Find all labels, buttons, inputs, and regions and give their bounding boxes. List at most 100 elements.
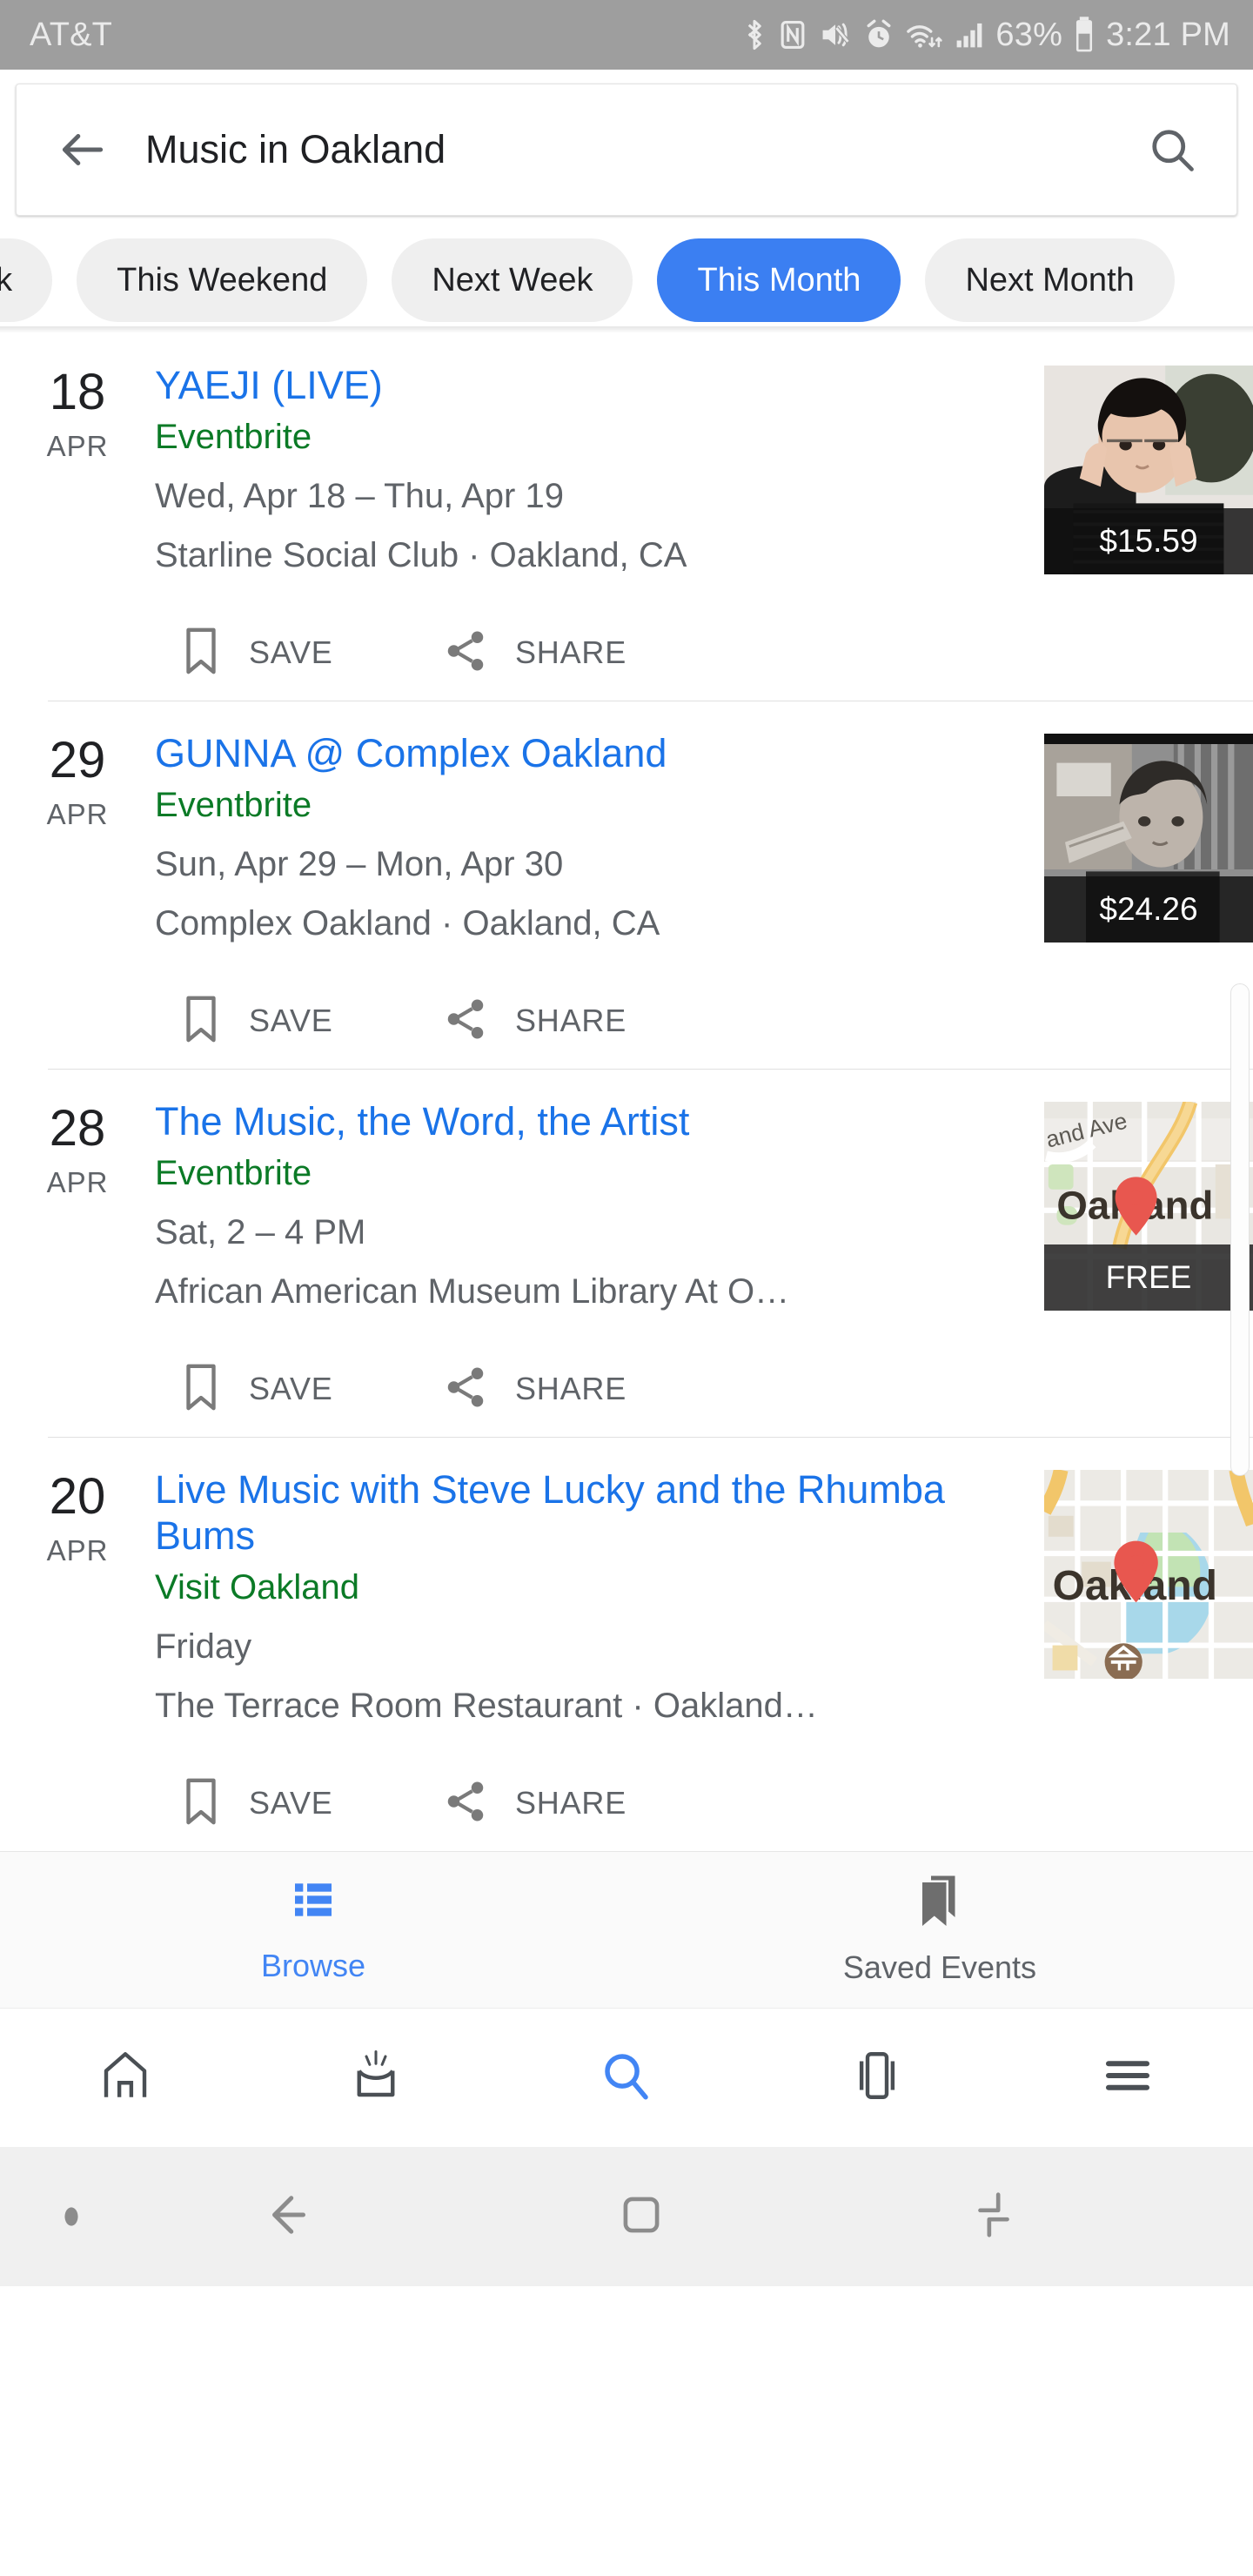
share-label: SHARE [515, 1785, 627, 1821]
chip-next-month[interactable]: Next Month [925, 238, 1175, 322]
event-day: 18 [49, 364, 106, 420]
list-view-icon [289, 1875, 338, 1929]
event-when: Sun, Apr 29 – Mon, Apr 30 [155, 845, 564, 884]
save-label: SAVE [249, 1785, 333, 1821]
event-where: Starline Social Club · Oakland, CA [155, 536, 687, 575]
event-card[interactable]: 28 APR The Music, the Word, the Artist E… [0, 1069, 1253, 1437]
share-icon [442, 627, 489, 679]
event-map-thumbnail[interactable]: and Ave Oakland FREE [1044, 1102, 1253, 1311]
event-card[interactable]: 29 APR GUNNA @ Complex Oakland Eventbrit… [0, 701, 1253, 1069]
event-source: Eventbrite [155, 418, 312, 457]
save-button[interactable]: SAVE [155, 1776, 433, 1831]
browser-tabs-button[interactable] [752, 2047, 1002, 2109]
android-navigation-bar [0, 2147, 1253, 2287]
save-button[interactable]: SAVE [155, 1362, 433, 1417]
browser-menu-button[interactable] [1002, 2047, 1253, 2109]
share-button[interactable]: SHARE [433, 996, 626, 1047]
share-label: SHARE [515, 634, 627, 671]
event-day: 28 [49, 1100, 106, 1157]
chip-this-month[interactable]: This Month [657, 238, 901, 322]
event-month: APR [46, 1534, 109, 1567]
event-when: Wed, Apr 18 – Thu, Apr 19 [155, 477, 564, 516]
event-title[interactable]: Live Music with Steve Lucky and the Rhum… [155, 1466, 1029, 1559]
menu-icon [1099, 2047, 1156, 2109]
search-bar-container: Music in Oakland [0, 70, 1253, 216]
carrier-label: AT&T [30, 16, 113, 53]
event-date: 29 APR [0, 730, 155, 1069]
list-divider [48, 1069, 1253, 1070]
share-button[interactable]: SHARE [433, 1778, 626, 1829]
search-icon[interactable] [1141, 118, 1203, 181]
save-button[interactable]: SAVE [155, 626, 433, 681]
price-badge: $15.59 [1044, 508, 1253, 574]
share-icon [442, 996, 489, 1047]
event-month: APR [46, 798, 109, 831]
browser-home-button[interactable] [0, 2047, 251, 2109]
browser-search-button[interactable] [501, 2047, 752, 2109]
save-button[interactable]: SAVE [155, 994, 433, 1049]
save-label: SAVE [249, 1003, 333, 1039]
android-back-button[interactable] [113, 2186, 466, 2248]
search-icon [598, 2047, 655, 2109]
bookmarks-icon [915, 1874, 964, 1930]
event-actions: SAVE SHARE [155, 973, 1029, 1069]
event-when: Sat, 2 – 4 PM [155, 1213, 366, 1252]
tab-saved-events[interactable]: Saved Events [626, 1874, 1253, 1986]
android-home-button[interactable] [466, 2188, 818, 2246]
browser-toolbar [0, 2008, 1253, 2148]
bookmark-icon [179, 1776, 223, 1831]
downloads-icon [347, 2047, 405, 2109]
share-icon [442, 1364, 489, 1415]
search-input[interactable]: Music in Oakland [145, 127, 1141, 172]
event-thumbnail-wrap[interactable]: $24.26 [1044, 730, 1253, 1069]
event-where: The Terrace Room Restaurant · Oakland… [155, 1687, 818, 1726]
share-label: SHARE [515, 1371, 627, 1407]
bookmark-icon [179, 994, 223, 1049]
tab-browse-label: Browse [260, 1948, 366, 1984]
event-source: Eventbrite [155, 786, 312, 825]
event-actions: SAVE SHARE [155, 1755, 1029, 1851]
back-arrow-icon[interactable] [51, 118, 114, 181]
event-day: 29 [49, 732, 106, 789]
battery-icon [1074, 16, 1095, 54]
event-body: YAEJI (LIVE) Eventbrite Wed, Apr 18 – Th… [155, 362, 1044, 701]
event-thumbnail-wrap[interactable]: and Ave Oakland FREE [1044, 1098, 1253, 1437]
event-card[interactable]: 20 APR Live Music with Steve Lucky and t… [0, 1437, 1253, 1851]
event-title[interactable]: GUNNA @ Complex Oakland [155, 730, 1029, 776]
event-date: 18 APR [0, 362, 155, 701]
event-where: African American Museum Library At O… [155, 1272, 790, 1311]
browser-downloads-button[interactable] [251, 2047, 501, 2109]
home-square-icon [614, 2188, 668, 2246]
event-thumbnail-wrap[interactable]: $15.59 [1044, 362, 1253, 701]
recents-icon [967, 2188, 1021, 2246]
event-actions: SAVE SHARE [155, 1341, 1029, 1437]
chip-next-week[interactable]: Next Week [392, 238, 633, 322]
android-recents-button[interactable] [817, 2188, 1169, 2246]
page-scrollbar[interactable] [1230, 983, 1250, 1476]
chip-row-shadow [0, 326, 1253, 332]
event-thumbnail-wrap[interactable]: Oakland [1044, 1466, 1253, 1851]
date-filter-chips[interactable]: ek This Weekend Next Week This Month Nex… [0, 228, 1253, 332]
event-when: Friday [155, 1627, 252, 1667]
tab-browse[interactable]: Browse [0, 1875, 626, 1984]
event-month: APR [46, 1166, 109, 1199]
phone-screen: AT&T 63% 3:21 PM Music in Oakland k This… [0, 0, 1253, 2576]
list-divider [48, 1437, 1253, 1439]
share-button[interactable]: SHARE [433, 1364, 626, 1415]
event-thumbnail[interactable]: $15.59 [1044, 366, 1253, 574]
event-title[interactable]: The Music, the Word, the Artist [155, 1098, 1029, 1144]
event-actions: SAVE SHARE [155, 605, 1029, 701]
bluetooth-icon [741, 17, 767, 53]
chip-this-week[interactable]: ek [0, 238, 53, 322]
event-thumbnail[interactable]: $24.26 [1044, 734, 1253, 943]
event-card[interactable]: 18 APR YAEJI (LIVE) Eventbrite Wed, Apr … [0, 332, 1253, 701]
mute-vibrate-icon [818, 17, 853, 53]
cellular-signal-icon [955, 17, 984, 53]
chip-this-weekend[interactable]: This Weekend [77, 238, 368, 322]
event-map-thumbnail[interactable]: Oakland [1044, 1470, 1253, 1680]
event-title[interactable]: YAEJI (LIVE) [155, 362, 1029, 408]
nfc-icon [779, 17, 807, 53]
share-button[interactable]: SHARE [433, 627, 626, 679]
search-bar[interactable]: Music in Oakland [16, 84, 1237, 216]
home-icon [97, 2047, 154, 2109]
